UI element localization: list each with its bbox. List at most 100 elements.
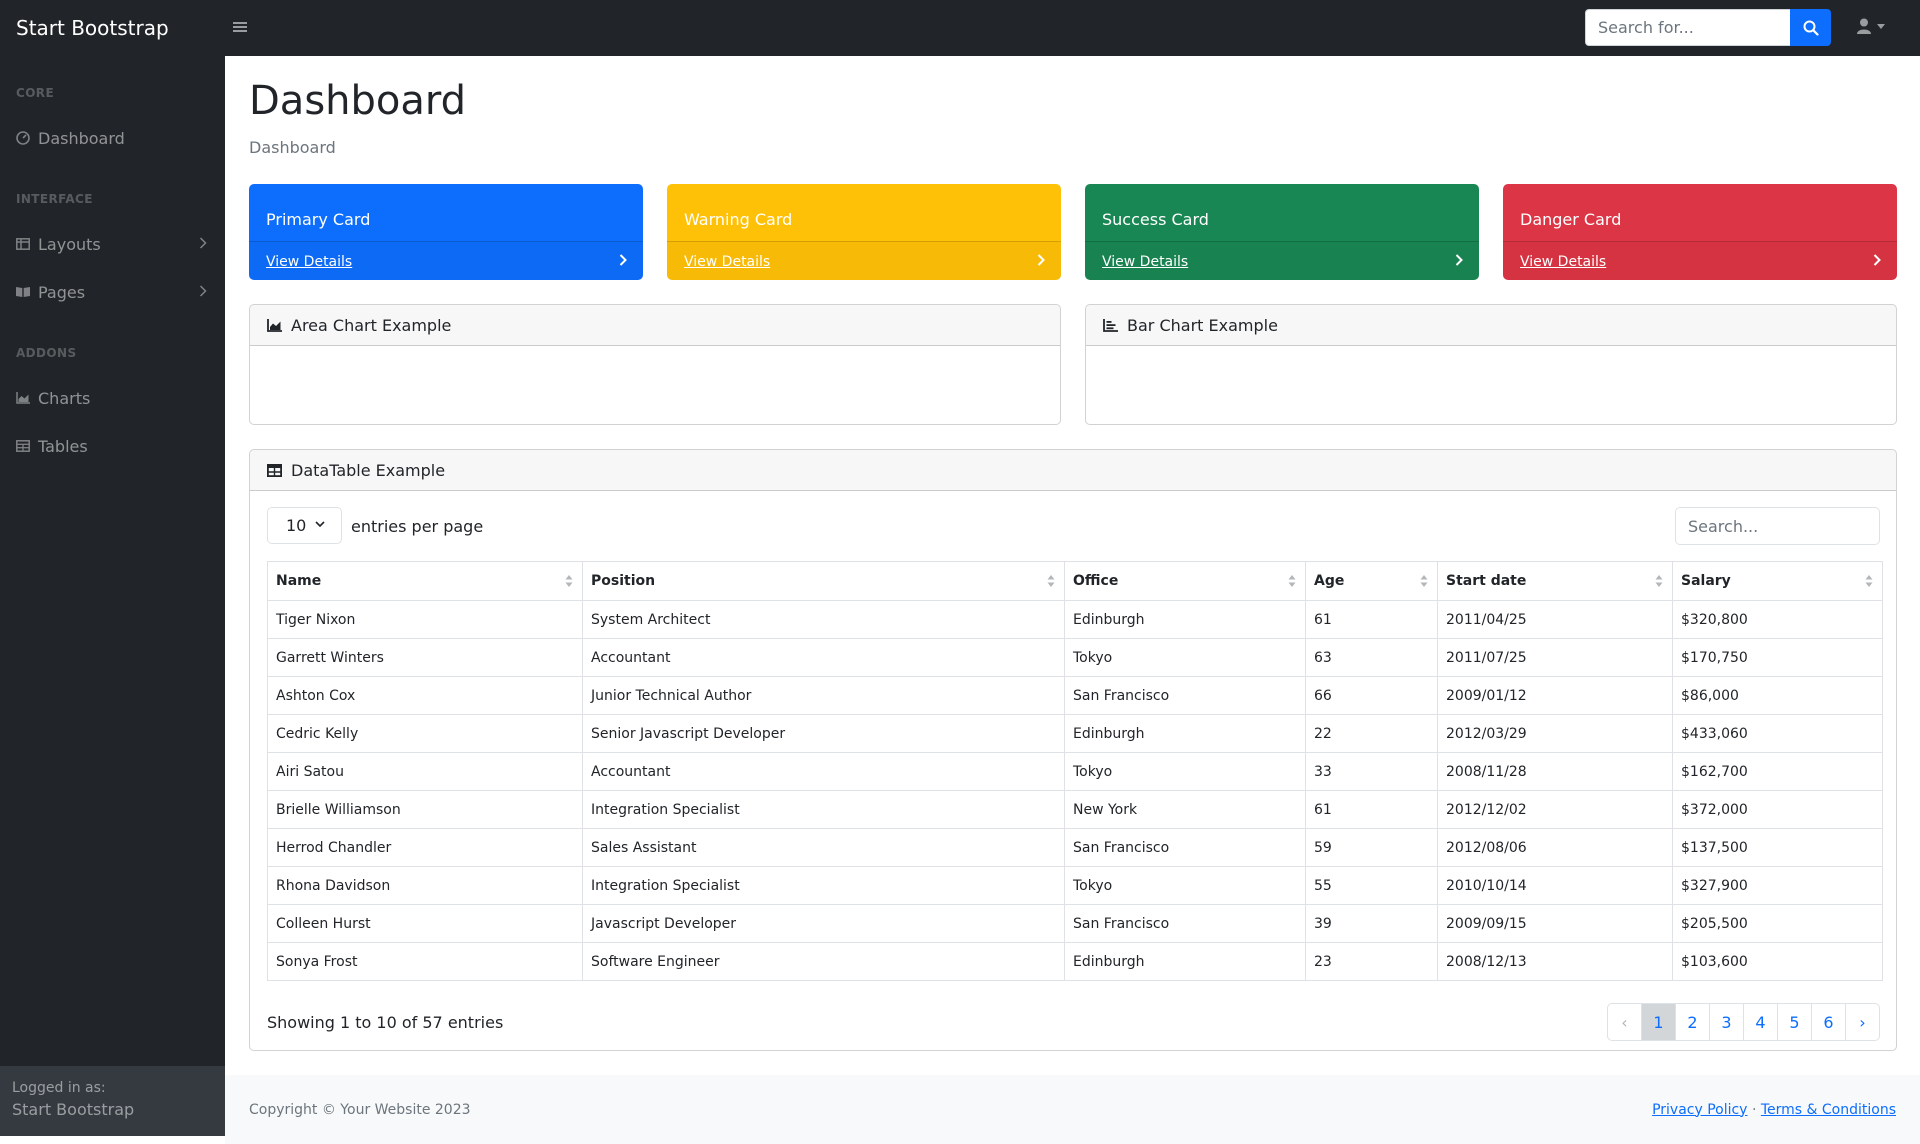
chevron-right-icon [1455,254,1463,266]
table-icon [267,463,282,477]
columns-icon [16,237,30,251]
caret-down-icon [1877,23,1885,29]
navbar-search-input[interactable] [1585,9,1790,46]
sidebar-item-dashboard[interactable]: Dashboard [0,118,225,158]
table-cell: $327,900 [1672,866,1883,905]
sort-icon [1420,575,1428,587]
table-cell: San Francisco [1064,904,1306,943]
logged-in-label: Logged in as: [12,1080,106,1096]
chevron-right-icon [199,237,207,249]
card-title: Primary Card [266,210,371,229]
sort-icon [1865,575,1873,587]
sidebar-toggle-button[interactable] [233,18,247,39]
area-chart-card: Area Chart Example [249,304,1061,425]
entries-per-page-select[interactable]: 10 [267,507,342,544]
table-row: Sonya Frost Software Engineer Edinburgh 23 2… [267,942,1883,981]
sort-icon [565,575,573,587]
column-header-office[interactable]: Office [1064,561,1306,601]
table-cell: $433,060 [1672,714,1883,753]
table-row: Garrett Winters Accountant Tokyo 63 2011/07/… [267,638,1883,677]
table-cell: Tokyo [1064,752,1306,791]
table-cell: Junior Technical Author [582,676,1065,715]
card-footer: View Details [667,241,1061,280]
navbar-search-button[interactable] [1790,9,1831,46]
pagination-next-button[interactable]: › [1845,1003,1880,1041]
table-cell: 55 [1305,866,1438,905]
table-header-row: Name Position Office Age Start date Sala… [267,561,1883,601]
card-title: Area Chart Example [291,315,452,335]
column-header-age[interactable]: Age [1305,561,1438,601]
card-header: Area Chart Example [250,305,1060,346]
privacy-policy-link[interactable]: Privacy Policy [1652,1102,1747,1118]
table-cell: Javascript Developer [582,904,1065,943]
pagination-prev-button[interactable]: ‹ [1607,1003,1642,1041]
sidebar-item-charts[interactable]: Charts [0,378,225,418]
pagination-page-button[interactable]: 2 [1675,1003,1710,1041]
pagination-page-button[interactable]: 4 [1743,1003,1778,1041]
view-details-link[interactable]: View Details [1102,254,1188,270]
table-cell: Integration Specialist [582,790,1065,829]
user-dropdown[interactable] [1857,18,1885,34]
terms-link[interactable]: Terms & Conditions [1761,1102,1896,1118]
table-cell: Brielle Williamson [267,790,583,829]
column-header-salary[interactable]: Salary [1672,561,1883,601]
brand-logo[interactable]: Start Bootstrap [16,16,224,40]
column-header-position[interactable]: Position [582,561,1065,601]
sidebar-item-layouts[interactable]: Layouts [0,224,225,264]
pagination-page-button[interactable]: 3 [1709,1003,1744,1041]
pagination: ‹ 1 2 3 4 5 6 › [1607,1003,1880,1041]
success-card: Success Card View Details [1085,184,1479,280]
pagination-page-button[interactable]: 5 [1777,1003,1812,1041]
pagination-page-button[interactable]: 1 [1641,1003,1676,1041]
table-cell: San Francisco [1064,828,1306,867]
column-header-start-date[interactable]: Start date [1437,561,1673,601]
table-cell: Tokyo [1064,866,1306,905]
card-header: Bar Chart Example [1086,305,1896,346]
table-cell: 2008/11/28 [1437,752,1673,791]
table-cell: Airi Satou [267,752,583,791]
table-cell: 39 [1305,904,1438,943]
entries-per-page-value: 10 [286,516,307,535]
pagination-page-button[interactable]: 6 [1811,1003,1846,1041]
table-cell: Ashton Cox [267,676,583,715]
table-cell: Sonya Frost [267,942,583,981]
chevron-right-icon [199,285,207,297]
view-details-link[interactable]: View Details [266,254,352,270]
view-details-link[interactable]: View Details [684,254,770,270]
sidebar-item-pages[interactable]: Pages [0,272,225,312]
navbar-search [1585,9,1831,46]
table-cell: 66 [1305,676,1438,715]
card-title: Success Card [1102,210,1209,229]
footer-separator: · [1751,1101,1757,1118]
page-title: Dashboard [249,78,467,124]
book-open-icon [16,285,30,299]
area-chart-icon [16,391,30,405]
table-cell: Cedric Kelly [267,714,583,753]
card-header: DataTable Example [250,450,1896,491]
table-cell: Edinburgh [1064,600,1306,639]
column-header-name[interactable]: Name [267,561,583,601]
page-footer: Copyright © Your Website 2023 Privacy Po… [225,1075,1920,1144]
sort-icon [1655,575,1663,587]
table-row: Airi Satou Accountant Tokyo 33 2008/11/28 $16… [267,752,1883,791]
table-cell: Sales Assistant [582,828,1065,867]
table-cell: $170,750 [1672,638,1883,677]
table-cell: 2009/01/12 [1437,676,1673,715]
table-cell: $205,500 [1672,904,1883,943]
sidebar-heading-interface: INTERFACE [16,192,93,206]
table-row: Cedric Kelly Senior Javascript Developer E… [267,714,1883,753]
table-cell: System Architect [582,600,1065,639]
chevron-right-icon [619,254,627,266]
breadcrumb: Dashboard [249,138,336,157]
table-cell: $103,600 [1672,942,1883,981]
view-details-link[interactable]: View Details [1520,254,1606,270]
table-cell: 23 [1305,942,1438,981]
table-cell: 61 [1305,600,1438,639]
sidebar: CORE Dashboard INTERFACE Layouts Pages A… [0,56,225,1136]
table-row: Tiger Nixon System Architect Edinburgh 61 20… [267,600,1883,639]
table-cell: 2011/07/25 [1437,638,1673,677]
table-cell: 2012/12/02 [1437,790,1673,829]
table-search-input[interactable] [1675,507,1880,545]
sidebar-item-tables[interactable]: Tables [0,426,225,466]
copyright-text: Copyright © Your Website 2023 [249,1101,471,1118]
